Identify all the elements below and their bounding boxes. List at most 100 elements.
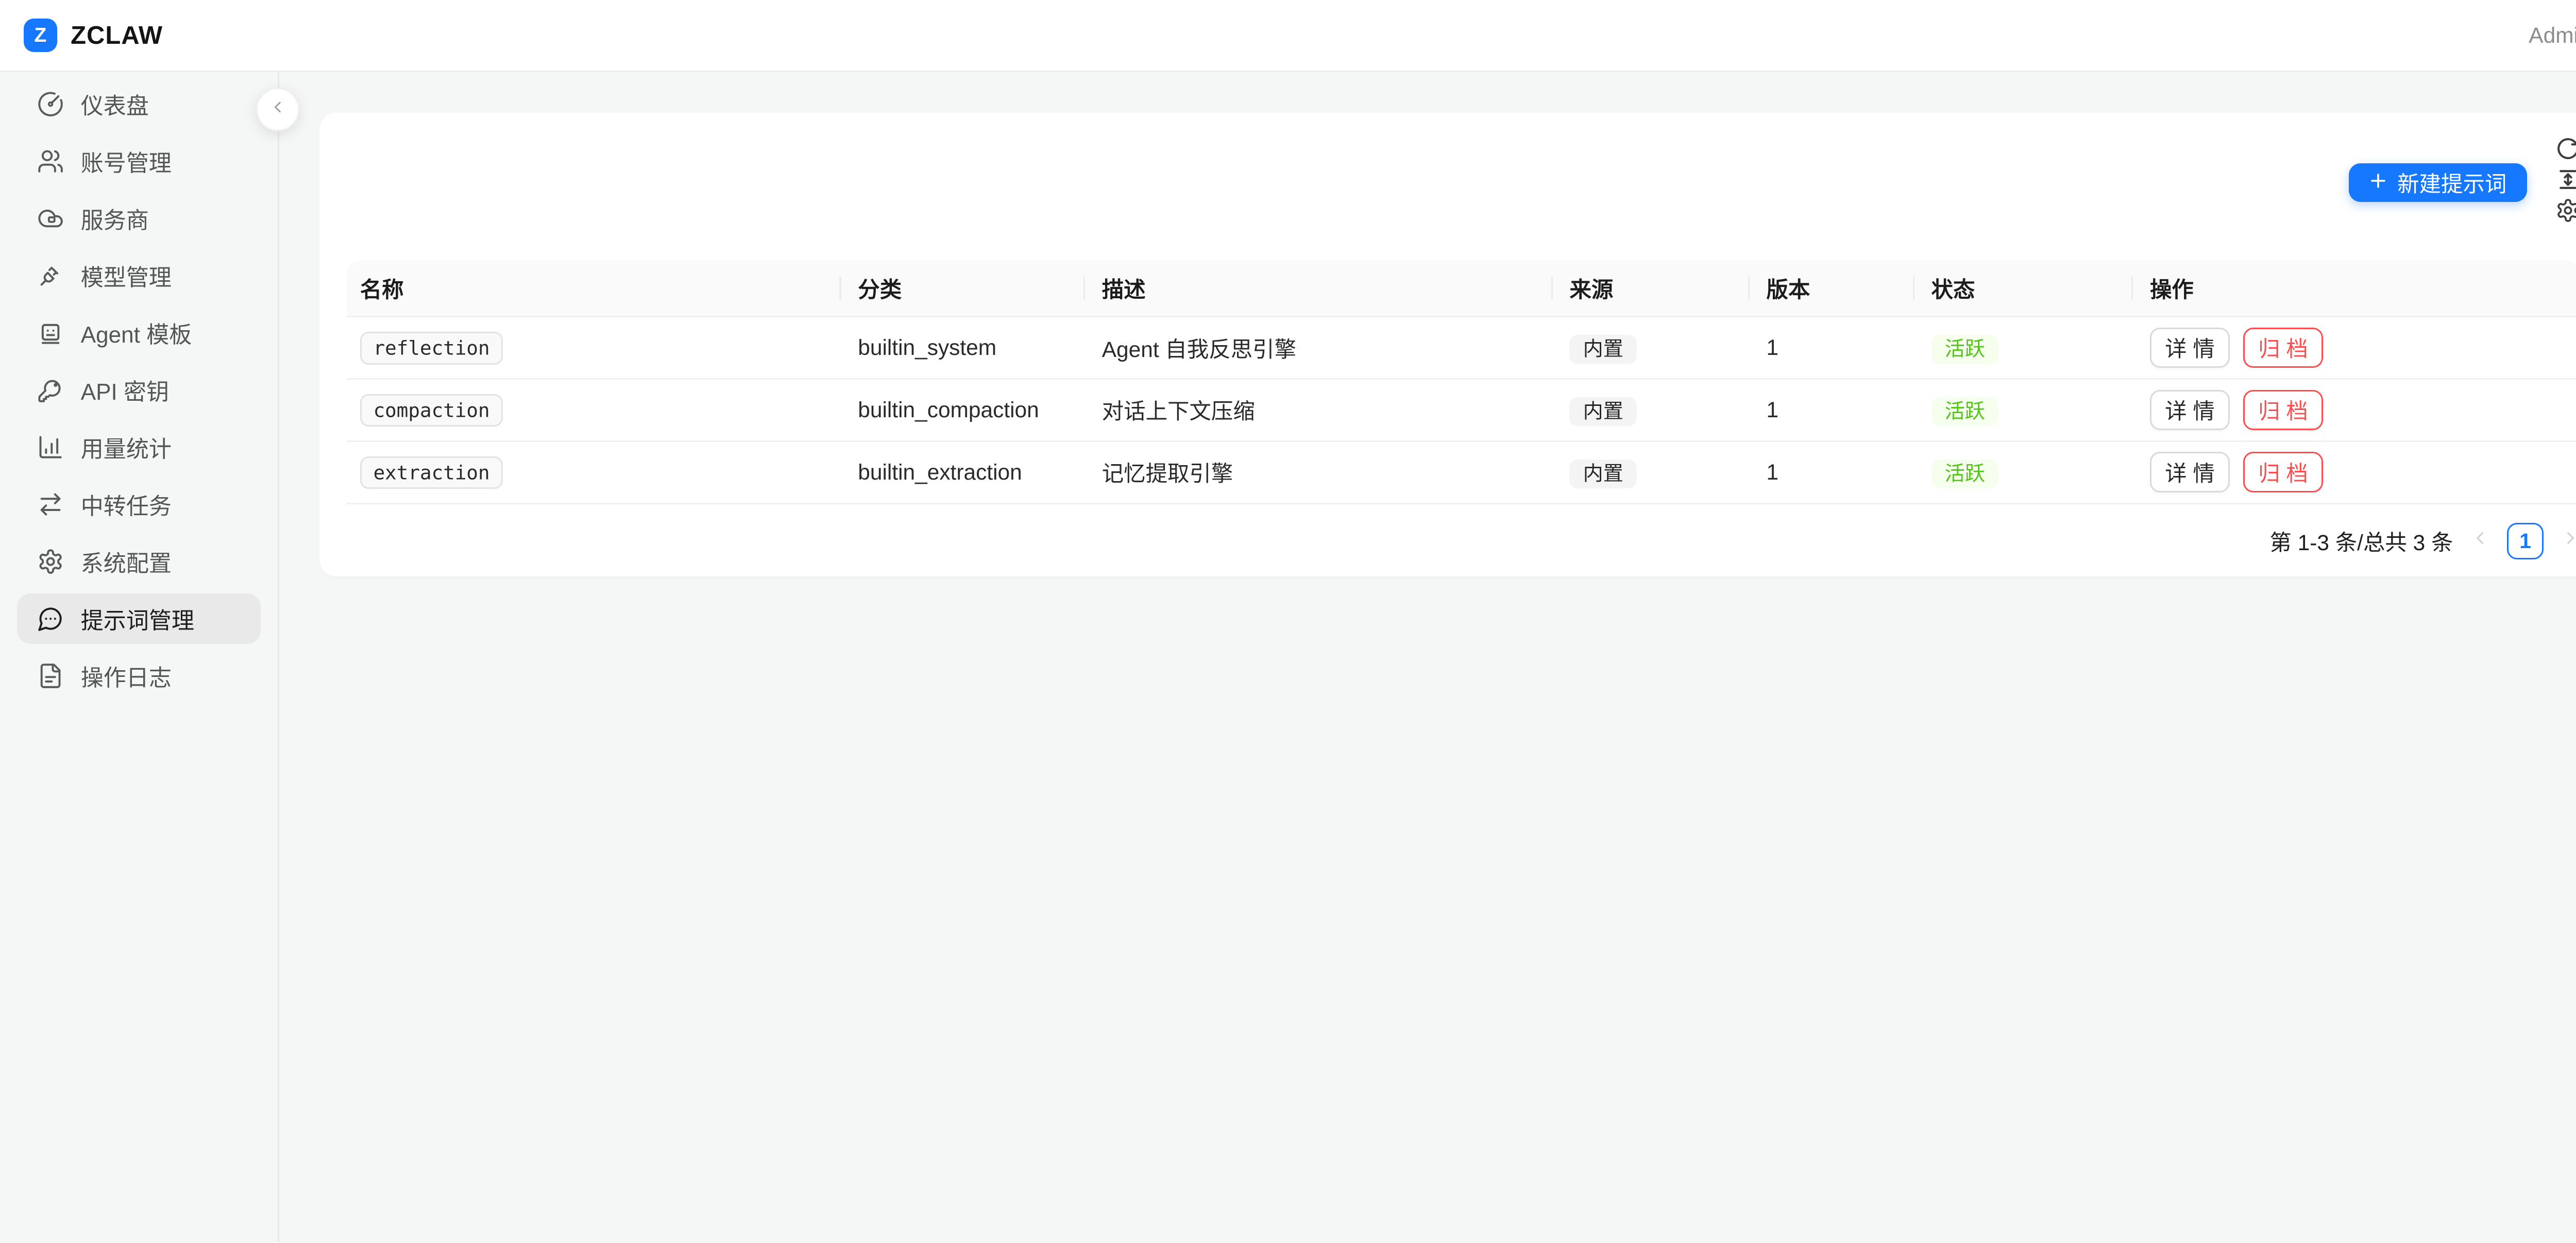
cell-version: 1: [1750, 442, 1914, 504]
chevron-left-icon: [2470, 528, 2490, 554]
sidebar-item-label: 中转任务: [81, 488, 172, 521]
brand-name: ZCLAW: [71, 21, 163, 50]
detail-button[interactable]: 详 情: [2150, 452, 2230, 492]
cell-category: builtin_compaction: [841, 380, 1085, 442]
sidebar-item-accounts[interactable]: 账号管理: [17, 136, 261, 186]
sidebar-item-dashboard[interactable]: 仪表盘: [17, 79, 261, 129]
status-badge: 活跃: [1931, 459, 1999, 488]
sidebar-item-prompt-management[interactable]: 提示词管理: [17, 593, 261, 644]
table-row: compactionbuiltin_compaction对话上下文压缩内置1活跃…: [347, 380, 2576, 442]
prompts-table: 名称分类描述来源版本状态操作 reflection builtin_systemA…: [347, 261, 2576, 504]
sidebar-item-label: 用量统计: [81, 431, 172, 464]
column-header-source: 来源: [1553, 261, 1750, 317]
plus-icon: [2369, 170, 2387, 195]
cell-description: 对话上下文压缩: [1085, 380, 1553, 442]
prompt-name-tag: extraction: [360, 456, 503, 489]
pagination: 第 1-3 条/总共 3 条 1: [347, 521, 2576, 561]
pagination-next-button[interactable]: [2561, 528, 2576, 554]
column-header-actions: 操作: [2133, 261, 2576, 317]
settings-button[interactable]: [2555, 198, 2576, 229]
new-prompt-button-label: 新建提示词: [2397, 167, 2506, 198]
column-height-icon: [2555, 167, 2576, 198]
file-text-icon: [37, 662, 64, 689]
sidebar-item-label: API 密钥: [81, 373, 169, 406]
column-header-description: 描述: [1085, 261, 1553, 317]
cell-description: 记忆提取引擎: [1085, 442, 1553, 504]
sidebar-item-agent-templates[interactable]: Agent 模板: [17, 308, 261, 358]
column-header-status: 状态: [1914, 261, 2133, 317]
cell-name: reflection: [347, 317, 841, 380]
column-header-category: 分类: [841, 261, 1085, 317]
bar-chart-icon: [37, 434, 64, 461]
pagination-prev-button[interactable]: [2470, 528, 2490, 554]
cell-description: Agent 自我反思引擎: [1085, 317, 1553, 380]
refresh-button[interactable]: [2555, 136, 2576, 167]
cell-name: compaction: [347, 380, 841, 442]
pagination-page-1[interactable]: 1: [2507, 523, 2544, 559]
detail-button[interactable]: 详 情: [2150, 328, 2230, 368]
sidebar-item-system-config[interactable]: 系统配置: [17, 536, 261, 587]
sidebar-item-relay-tasks[interactable]: 中转任务: [17, 479, 261, 530]
sidebar-item-label: 服务商: [81, 202, 149, 235]
app-shell: 仪表盘账号管理服务商模型管理 Agent 模板 API 密钥用量统计中转任务系统配置…: [0, 72, 2576, 1241]
swap-icon: [37, 491, 64, 518]
column-header-name: 名称: [347, 261, 841, 317]
cell-actions: 详 情归 档: [2133, 442, 2576, 504]
table-row: extractionbuiltin_extraction记忆提取引擎内置1活跃详…: [347, 442, 2576, 504]
column-header-version: 版本: [1750, 261, 1914, 317]
source-tag: 内置: [1569, 335, 1637, 364]
users-icon: [37, 148, 64, 175]
cell-version: 1: [1750, 317, 1914, 380]
toolbar-icon-group: [2527, 136, 2576, 229]
gauge-icon: [37, 91, 64, 117]
sidebar-item-label: 仪表盘: [81, 88, 149, 121]
cell-actions: 详 情归 档: [2133, 380, 2576, 442]
sidebar: 仪表盘账号管理服务商模型管理 Agent 模板 API 密钥用量统计中转任务系统配置…: [0, 72, 279, 1241]
brand-logo-icon: Z: [24, 19, 57, 52]
sidebar-item-label: 模型管理: [81, 259, 172, 292]
sidebar-item-api-keys[interactable]: API 密钥: [17, 365, 261, 415]
brand-logo: Z ZCLAW: [24, 19, 163, 52]
cell-source: 内置: [1553, 317, 1750, 380]
archive-button[interactable]: 归 档: [2243, 390, 2323, 430]
sidebar-collapse-button[interactable]: [256, 88, 300, 131]
detail-button[interactable]: 详 情: [2150, 390, 2230, 430]
column-height-button[interactable]: [2555, 167, 2576, 198]
table-toolbar: 新建提示词: [347, 136, 2576, 229]
source-tag: 内置: [1569, 397, 1637, 426]
app: Z ZCLAW Admin 仪表盘账号管理服务商模型管理 Agent 模板 API …: [0, 0, 2576, 1243]
table-header-row: 名称分类描述来源版本状态操作: [347, 261, 2576, 317]
sidebar-item-label: Agent 模板: [81, 316, 192, 349]
archive-button[interactable]: 归 档: [2243, 328, 2323, 368]
gear-icon: [37, 548, 64, 575]
cell-status: 活跃: [1914, 380, 2133, 442]
new-prompt-button[interactable]: 新建提示词: [2349, 163, 2527, 202]
sidebar-item-providers[interactable]: 服务商: [17, 193, 261, 244]
user-menu[interactable]: Admin: [2529, 23, 2576, 48]
main-content: 新建提示词 名称分类描述来源版本状态操作 reflection builtin_s…: [279, 72, 2576, 1241]
app-header: Z ZCLAW Admin: [0, 0, 2576, 72]
refresh-icon: [2555, 136, 2576, 167]
cloud-server-icon: [37, 205, 64, 232]
cell-actions: 详 情归 档: [2133, 317, 2576, 380]
chevron-right-icon: [2561, 528, 2576, 554]
cell-status: 活跃: [1914, 442, 2133, 504]
cell-source: 内置: [1553, 442, 1750, 504]
sidebar-item-label: 系统配置: [81, 545, 172, 578]
cell-category: builtin_system: [841, 317, 1085, 380]
message-dots-icon: [37, 605, 64, 632]
sidebar-item-models[interactable]: 模型管理: [17, 250, 261, 301]
archive-button[interactable]: 归 档: [2243, 452, 2323, 492]
sidebar-item-label: 提示词管理: [81, 602, 194, 635]
plug-icon: [37, 262, 64, 289]
sidebar-item-operation-logs[interactable]: 操作日志: [17, 651, 261, 701]
prompt-name-tag: compaction: [360, 394, 503, 427]
sidebar-item-usage-stats[interactable]: 用量统计: [17, 422, 261, 472]
prompt-name-tag: reflection: [360, 332, 503, 364]
table-row: reflectionbuiltin_systemAgent 自我反思引擎内置1活…: [347, 317, 2576, 380]
sidebar-item-label: 账号管理: [81, 145, 172, 178]
cell-source: 内置: [1553, 380, 1750, 442]
chevron-left-icon: [268, 97, 287, 122]
cell-name: extraction: [347, 442, 841, 504]
sidebar-nav: 仪表盘账号管理服务商模型管理 Agent 模板 API 密钥用量统计中转任务系统配置…: [0, 72, 278, 714]
